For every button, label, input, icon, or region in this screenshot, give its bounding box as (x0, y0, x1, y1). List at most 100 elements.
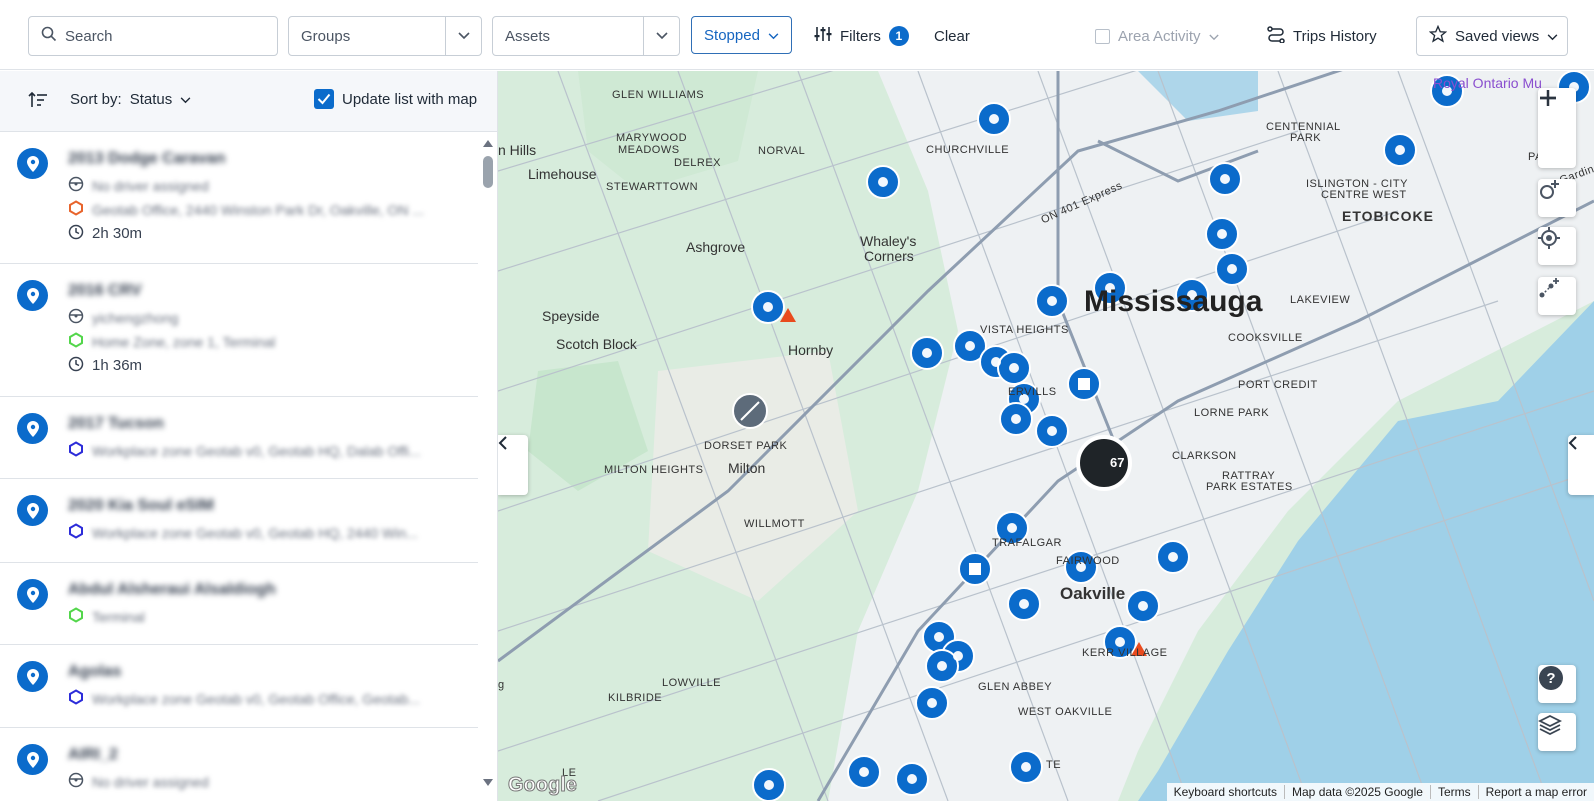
list-item[interactable]: 2013 Dodge Caravan No driver assigned Ge… (0, 132, 478, 264)
list-item[interactable]: 2016 CRV yichengzhong Home Zone, zone 1,… (0, 264, 478, 397)
stop-duration: 1h 36m (92, 357, 143, 374)
expand-details-button[interactable] (1568, 435, 1594, 495)
list-item[interactable]: AIRI_2 No driver assigned (0, 728, 478, 801)
add-route-button[interactable] (1538, 277, 1576, 315)
location-pin-icon (17, 148, 48, 179)
help-button[interactable]: ? (1538, 665, 1576, 703)
area-activity-checkbox[interactable] (1095, 28, 1110, 44)
list-item[interactable]: Agolas Workplace zone Geotab v0, Geotab … (0, 645, 478, 728)
map-label: Royal Ontario Mu (1433, 75, 1542, 91)
sort-icon[interactable] (28, 91, 48, 114)
chevron-down-icon (1208, 28, 1219, 45)
map-label: MILTON HEIGHTS (604, 464, 704, 476)
chevron-down-icon[interactable] (445, 17, 481, 55)
map-label: Hornby (788, 342, 834, 358)
map-label: n Hills (498, 142, 537, 158)
chevron-down-icon[interactable] (643, 17, 679, 55)
report-error-link[interactable]: Report a map error (1477, 785, 1594, 799)
map-view[interactable]: 67 GLEN WILLIAMS MARYWOOD MEADOWS DELREX… (498, 71, 1594, 801)
asset-name: 2017 Tucson (68, 415, 164, 432)
driver-name: yichengzhong (92, 309, 179, 326)
trips-history-button[interactable]: Trips History (1267, 16, 1377, 56)
zone-row: Terminal (68, 607, 145, 626)
area-activity-toggle[interactable]: Area Activity (1095, 16, 1219, 56)
map-label: TE (1046, 759, 1062, 771)
sort-label: Sort by: (70, 91, 122, 108)
map-label: ERVILLS (1008, 386, 1057, 398)
zone-row: Home Zone, zone 1, Terminal (68, 332, 275, 351)
chevron-down-icon (180, 91, 191, 108)
zone-row: Geotab Office, 2440 Winston Park Dr, Oak… (68, 200, 424, 219)
driver-name: No driver assigned (92, 177, 209, 194)
map-label: LORNE PARK (1194, 407, 1270, 419)
area-activity-label: Area Activity (1118, 27, 1201, 45)
filters-count-badge: 1 (888, 26, 909, 46)
clear-button[interactable]: Clear (934, 16, 970, 56)
zone-row: Workplace zone Geotab v0, Geotab HQ, 244… (68, 523, 418, 542)
map-label: GLEN WILLIAMS (612, 89, 705, 101)
map-label: COOKSVILLE (1228, 332, 1303, 344)
update-list-label: Update list with map (342, 90, 478, 108)
update-list-checkbox[interactable] (314, 89, 334, 109)
sort-dropdown[interactable]: Sort by: Status (70, 91, 191, 108)
map-label: WEST OAKVILLE (1018, 706, 1113, 718)
map-label: ETOBICOKE (1342, 208, 1434, 224)
map-label: STEWARTTOWN (606, 181, 699, 193)
svg-text:?: ? (1546, 670, 1555, 687)
status-filter-dropdown[interactable]: Stopped (691, 16, 792, 54)
list-item[interactable]: Abdul Alsheraui Alsaldiogh Terminal (0, 563, 478, 645)
map-label: Speyside (542, 308, 600, 324)
my-location-button[interactable] (1538, 227, 1576, 265)
map-label: Scotch Block (556, 336, 637, 352)
groups-select[interactable]: Groups (288, 16, 482, 56)
search-field[interactable]: Search (28, 16, 278, 56)
map-label: KILBRIDE (608, 692, 663, 704)
list-scrollbar[interactable] (478, 136, 497, 801)
map-attribution: Keyboard shortcuts Map data ©2025 Google… (1166, 783, 1594, 801)
top-toolbar: Search Groups Assets Stopped Filters 1 C… (0, 0, 1594, 70)
map-label: MEADOWS (618, 144, 680, 156)
map-label: TRAFALGAR (992, 537, 1062, 549)
steering-wheel-icon (68, 308, 84, 327)
map-label: CENTRE WEST (1321, 189, 1407, 201)
map-layers-button[interactable] (1538, 713, 1576, 751)
update-list-toggle[interactable]: Update list with map (314, 89, 477, 109)
search-input[interactable]: Search (57, 28, 277, 45)
saved-views-label: Saved views (1455, 27, 1540, 45)
sort-value: Status (129, 91, 173, 108)
map-label: NORVAL (758, 145, 806, 157)
driver-row: No driver assigned (68, 176, 209, 195)
map-label: GLEN ABBEY (978, 681, 1053, 693)
map-label: Mississauga (1084, 285, 1263, 318)
map-label: PARK ESTATES (1206, 481, 1293, 493)
map-label: DORSET PARK (704, 440, 788, 452)
zoom-controls (1538, 88, 1576, 168)
asset-name: AIRI_2 (68, 746, 118, 763)
map-label: Oakville (1060, 584, 1126, 603)
steering-wheel-icon (68, 176, 84, 195)
map-label: g (498, 679, 505, 691)
search-icon (41, 26, 57, 46)
map-label: KERR VILLAGE (1082, 647, 1168, 659)
map-label: CHURCHVILLE (926, 144, 1010, 156)
cluster-count[interactable]: 67 (1110, 455, 1124, 470)
saved-views-button[interactable]: Saved views (1416, 16, 1568, 56)
location-pin-icon (17, 744, 48, 775)
map-label: WILLMOTT (744, 518, 805, 530)
asset-name: Agolas (68, 663, 122, 680)
list-item[interactable]: 2017 Tucson Workplace zone Geotab v0, Ge… (0, 397, 478, 479)
location-pin-icon (17, 413, 48, 444)
zone-location: Workplace zone Geotab v0, Geotab HQ, Dal… (92, 442, 421, 459)
collapse-list-button[interactable] (498, 435, 528, 495)
driver-row: No driver assigned (68, 772, 209, 791)
filters-button[interactable]: Filters 1 (814, 16, 909, 56)
terms-link[interactable]: Terms (1429, 785, 1478, 799)
driver-name: No driver assigned (92, 773, 209, 790)
scrollbar-thumb[interactable] (483, 156, 493, 188)
keyboard-shortcuts-link[interactable]: Keyboard shortcuts (1167, 785, 1284, 799)
assets-select[interactable]: Assets (492, 16, 680, 56)
asset-name: 2020 Kia Soul eSIM (68, 497, 214, 514)
add-marker-button[interactable] (1538, 179, 1576, 217)
list-item[interactable]: 2020 Kia Soul eSIM Workplace zone Geotab… (0, 479, 478, 563)
map-label: MARYWOOD (616, 132, 688, 144)
